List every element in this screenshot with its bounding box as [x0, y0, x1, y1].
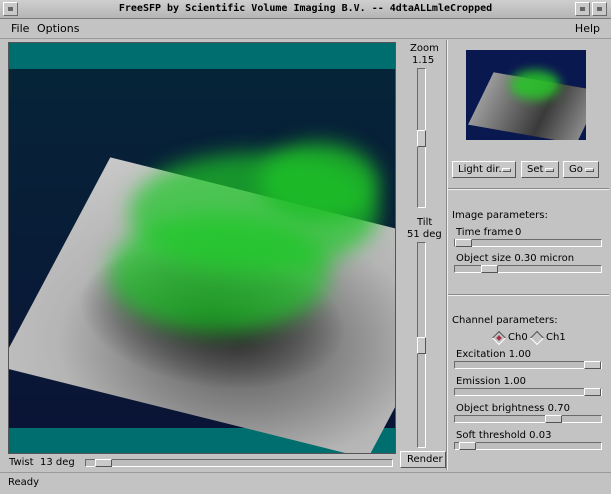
maximize-icon [597, 7, 602, 11]
zoom-slider-thumb[interactable] [417, 130, 426, 147]
object-size-slider[interactable] [454, 265, 602, 273]
object-size-label: Object size 0.30 micron [456, 253, 575, 264]
channel-parameters-heading: Channel parameters: [452, 315, 558, 326]
object-size-slider-thumb[interactable] [481, 265, 498, 273]
overview-thumbnail[interactable] [466, 50, 586, 140]
twist-slider[interactable] [85, 459, 393, 467]
twist-value: 13 deg [40, 457, 75, 468]
fluorescence-signal [259, 143, 379, 223]
fluorescence-signal [109, 213, 329, 333]
menu-help[interactable]: Help [575, 22, 600, 35]
object-brightness-label: Object brightness 0.70 [456, 403, 570, 414]
light-direction-label: Light dir. [458, 164, 502, 175]
image-parameters-heading: Image parameters: [452, 210, 548, 221]
channel-1-radio[interactable] [529, 330, 545, 346]
excitation-slider[interactable] [454, 361, 602, 369]
dropdown-icon [585, 168, 594, 172]
minimize-icon [580, 7, 585, 11]
menu-file[interactable]: File [11, 22, 29, 35]
go-label: Go [569, 164, 583, 175]
time-frame-value: 0 [515, 227, 522, 238]
zoom-value: 1.15 [412, 55, 435, 66]
excitation-label: Excitation 1.00 [456, 349, 531, 360]
time-frame-label: Time frame [456, 227, 514, 238]
channel-0-radio[interactable] [491, 330, 507, 346]
tilt-slider[interactable] [417, 242, 426, 448]
tilt-value: 51 deg [407, 229, 442, 240]
minimize-button[interactable] [575, 2, 590, 16]
maximize-button[interactable] [592, 2, 607, 16]
status-text: Ready [8, 477, 40, 488]
menu-bar: File Options Help [0, 19, 611, 39]
time-frame-slider[interactable] [454, 239, 602, 247]
dropdown-icon [545, 168, 554, 172]
dropdown-icon [502, 168, 511, 172]
zoom-label: Zoom [410, 43, 439, 54]
set-label: Set [527, 164, 544, 175]
soft-threshold-label: Soft threshold 0.03 [456, 430, 552, 441]
emission-slider-thumb[interactable] [584, 388, 601, 396]
excitation-slider-thumb[interactable] [584, 361, 601, 369]
status-bar: Ready [0, 472, 611, 494]
panel-separator [448, 294, 609, 296]
object-brightness-slider-thumb[interactable] [545, 415, 562, 423]
twist-slider-thumb[interactable] [95, 459, 112, 467]
column-divider [446, 40, 448, 470]
soft-threshold-slider[interactable] [454, 442, 602, 450]
render-viewport[interactable] [8, 42, 396, 454]
window-title: FreeSFP by Scientific Volume Imaging B.V… [118, 3, 493, 14]
render-button[interactable]: Render [400, 451, 446, 468]
tilt-label: Tilt [417, 217, 433, 228]
set-menu[interactable]: Set [521, 161, 559, 178]
zoom-slider[interactable] [417, 68, 426, 208]
go-menu[interactable]: Go [563, 161, 599, 178]
menu-options[interactable]: Options [37, 22, 79, 35]
channel-0-label[interactable]: Ch0 [508, 332, 528, 343]
time-frame-slider-thumb[interactable] [455, 239, 472, 247]
channel-1-label[interactable]: Ch1 [546, 332, 566, 343]
object-brightness-slider[interactable] [454, 415, 602, 423]
twist-label: Twist [9, 457, 34, 468]
thumbnail-signal [510, 70, 560, 100]
emission-slider[interactable] [454, 388, 602, 396]
panel-separator [448, 188, 609, 190]
title-bar: FreeSFP by Scientific Volume Imaging B.V… [0, 0, 611, 19]
light-direction-menu[interactable]: Light dir. [452, 161, 516, 178]
emission-label: Emission 1.00 [456, 376, 526, 387]
tilt-slider-thumb[interactable] [417, 337, 426, 354]
soft-threshold-slider-thumb[interactable] [459, 442, 476, 450]
